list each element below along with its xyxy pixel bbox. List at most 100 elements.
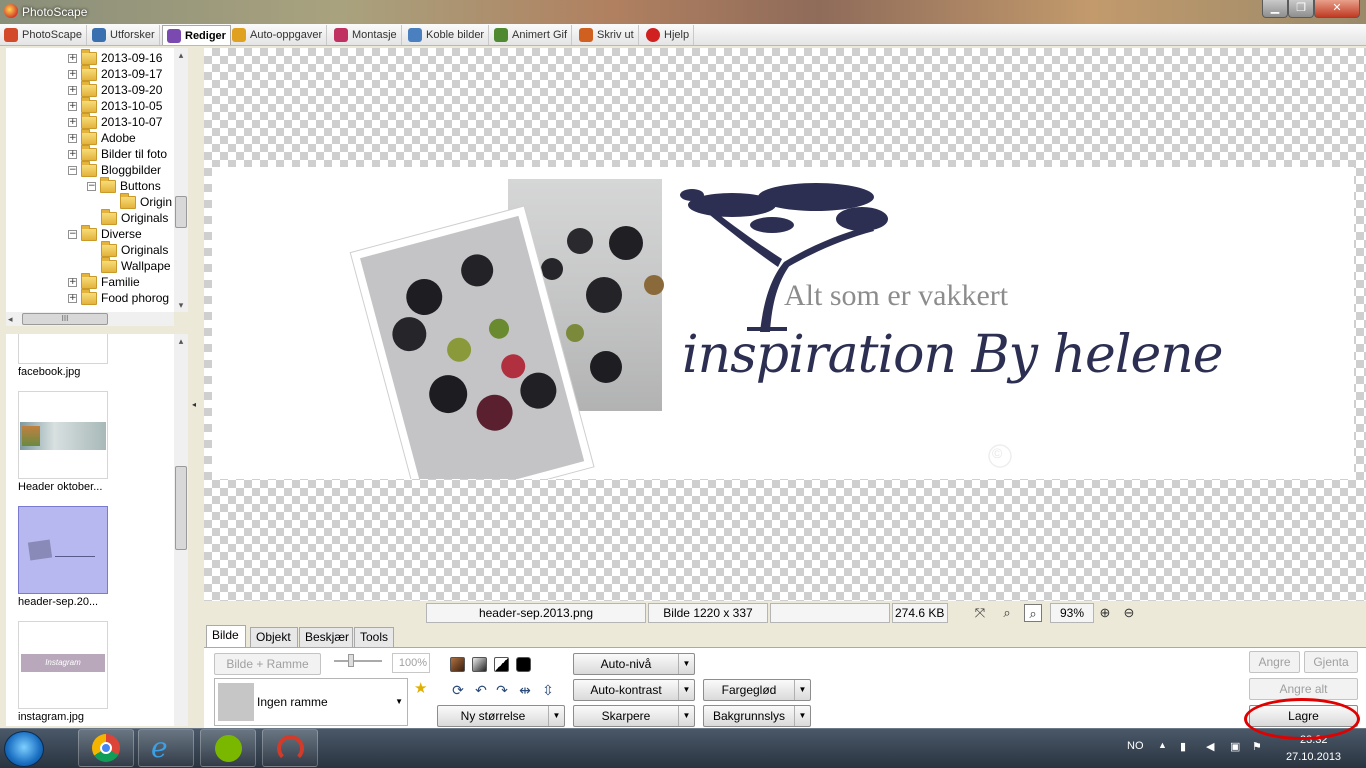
- scroll-down-icon[interactable]: ▾: [174, 298, 188, 312]
- backlight-dropdown[interactable]: Bakgrunnslys ▼: [703, 705, 811, 727]
- tab-page[interactable]: Montasje: [330, 25, 402, 45]
- tree-item-buttons[interactable]: − Buttons: [87, 176, 161, 194]
- expand-icon[interactable]: +: [68, 85, 77, 95]
- tab-combine[interactable]: Koble bilder: [404, 25, 490, 45]
- collapse-icon[interactable]: −: [68, 165, 77, 175]
- frame-button[interactable]: Bilde + Ramme: [214, 653, 321, 675]
- tab-tools[interactable]: Tools: [354, 627, 394, 647]
- network-icon[interactable]: ▮: [1180, 740, 1186, 753]
- tree-item-2013-10-07[interactable]: +2013-10-07: [68, 112, 162, 130]
- collapse-icon[interactable]: −: [87, 181, 96, 191]
- image-canvas[interactable]: Alt som er vakkert inspiration By helene…: [204, 48, 1366, 601]
- tab-objekt[interactable]: Objekt: [250, 627, 298, 647]
- sepia-filter-icon[interactable]: [450, 657, 465, 672]
- auto-level-dropdown[interactable]: Auto-nivå ▼: [573, 653, 695, 675]
- grayscale-filter-icon[interactable]: [472, 657, 487, 672]
- expand-icon[interactable]: +: [68, 133, 77, 143]
- tree-item-2013-09-17[interactable]: +2013-09-17: [68, 64, 162, 82]
- ie-taskbar-button[interactable]: e: [138, 729, 194, 767]
- frame-percent-field[interactable]: 100%: [392, 653, 430, 673]
- tree-item-wallpape[interactable]: Wallpape: [101, 256, 171, 274]
- tree-item-diverse[interactable]: − Diverse: [68, 224, 142, 242]
- auto-contrast-dropdown[interactable]: Auto-kontrast ▼: [573, 679, 695, 701]
- negative-filter-icon[interactable]: [516, 657, 531, 672]
- tab-print[interactable]: Skriv ut: [575, 25, 639, 45]
- maximize-button[interactable]: ❐: [1288, 0, 1314, 18]
- minimize-button[interactable]: ▁: [1262, 0, 1288, 18]
- tree-item-origin[interactable]: Origin: [120, 192, 172, 210]
- tree-item-adobe[interactable]: + Adobe: [68, 128, 136, 146]
- expand-icon[interactable]: +: [68, 53, 77, 63]
- rotate-right-icon[interactable]: ↷: [494, 682, 510, 698]
- scroll-up-icon[interactable]: ▴: [174, 48, 188, 62]
- flip-vertical-icon[interactable]: ⇳: [540, 682, 556, 698]
- tree-item-familie[interactable]: + Familie: [68, 272, 140, 290]
- tree-item-2013-09-16[interactable]: +2013-09-16: [68, 48, 162, 66]
- rotate-left-icon[interactable]: ↶: [473, 682, 489, 698]
- frame-slider[interactable]: [334, 654, 382, 667]
- tab-photoscape[interactable]: PhotoScape: [0, 25, 87, 45]
- glow-dropdown[interactable]: Fargeglød ▼: [703, 679, 811, 701]
- tab-batch[interactable]: Auto-oppgaver: [228, 25, 328, 45]
- zoom-actual-icon[interactable]: ⌕: [998, 604, 1016, 622]
- expand-icon[interactable]: +: [68, 293, 77, 303]
- tree-item-2013-09-20[interactable]: +2013-09-20: [68, 80, 162, 98]
- expand-icon[interactable]: +: [68, 277, 77, 287]
- tab-explorer[interactable]: Utforsker: [88, 25, 160, 45]
- collapse-arrow-icon[interactable]: ◂: [192, 400, 196, 409]
- thumbnail-instagram[interactable]: Instagram: [18, 621, 108, 709]
- star-favorite-icon[interactable]: ★: [414, 679, 427, 697]
- tab-bilde[interactable]: Bilde: [206, 625, 246, 647]
- tree-item-2013-10-05[interactable]: +2013-10-05: [68, 96, 162, 114]
- tree-item-originals[interactable]: Originals: [101, 208, 168, 226]
- expand-icon[interactable]: +: [68, 149, 77, 159]
- frame-select[interactable]: Ingen ramme ▼: [214, 678, 408, 726]
- flip-horizontal-icon[interactable]: ⇹: [517, 682, 533, 698]
- expand-icon[interactable]: +: [68, 101, 77, 111]
- tab-animated-gif[interactable]: Animert Gif: [490, 25, 573, 45]
- action-center-flag-icon[interactable]: ⚑: [1252, 740, 1262, 753]
- undo-all-button[interactable]: Angre alt: [1249, 678, 1358, 700]
- expand-icon[interactable]: +: [68, 69, 77, 79]
- thumbnail-scrollbar[interactable]: ▴: [174, 334, 188, 726]
- folder-tree[interactable]: +2013-09-16 +2013-09-17 +2013-09-20 +201…: [6, 48, 174, 312]
- frame-slider-handle[interactable]: [348, 654, 354, 667]
- thumbnail-list[interactable]: facebook.jpg Header oktober... header-se…: [6, 334, 174, 726]
- tree-hscroll-thumb[interactable]: III: [22, 313, 108, 325]
- zoom-in-icon[interactable]: ⊕: [1096, 604, 1114, 622]
- tree-item-food-phorog[interactable]: + Food phorog: [68, 288, 169, 306]
- volume-icon[interactable]: ◀: [1206, 740, 1214, 753]
- tree-horizontal-scrollbar[interactable]: ◂ III: [6, 312, 174, 326]
- thumbnail-facebook[interactable]: [18, 334, 108, 364]
- tree-scroll-thumb[interactable]: [175, 196, 187, 228]
- zoom-out-icon[interactable]: ⊖: [1120, 604, 1138, 622]
- redo-button[interactable]: Gjenta: [1304, 651, 1358, 673]
- resize-dropdown[interactable]: Ny størrelse ▼: [437, 705, 565, 727]
- photoscape-taskbar-button[interactable]: [262, 729, 318, 767]
- zoom-fit-icon[interactable]: ⌕: [1024, 604, 1042, 622]
- tab-beskjaer[interactable]: Beskjær: [299, 627, 353, 647]
- fit-window-icon[interactable]: ⤧: [971, 604, 989, 622]
- tree-item-originals-2[interactable]: Originals: [101, 240, 168, 258]
- thumbnail-scroll-thumb[interactable]: [175, 466, 187, 550]
- windows-start-icon[interactable]: [4, 731, 44, 767]
- tree-item-bloggbilder[interactable]: − Bloggbilder: [68, 160, 161, 178]
- tab-help[interactable]: Hjelp: [642, 25, 695, 45]
- close-button[interactable]: ✕: [1314, 0, 1360, 18]
- device-icon[interactable]: ▣: [1230, 740, 1240, 753]
- expand-icon[interactable]: +: [68, 117, 77, 127]
- spotify-taskbar-button[interactable]: [200, 729, 256, 767]
- black-white-filter-icon[interactable]: [494, 657, 509, 672]
- tab-editor[interactable]: Rediger: [162, 25, 231, 45]
- panel-splitter[interactable]: ◂: [189, 48, 202, 728]
- tree-item-bilder-til-foto[interactable]: + Bilder til foto: [68, 144, 167, 162]
- collapse-icon[interactable]: −: [68, 229, 77, 239]
- thumbnail-header-sep-selected[interactable]: [18, 506, 108, 594]
- tree-vertical-scrollbar[interactable]: ▴ ▾: [174, 48, 188, 312]
- rotate-icon[interactable]: ⟳: [450, 682, 466, 698]
- thumbnail-header-oktober[interactable]: [18, 391, 108, 479]
- clock-date[interactable]: 27.10.2013: [1286, 751, 1341, 763]
- scroll-left-icon[interactable]: ◂: [8, 312, 20, 326]
- chrome-taskbar-button[interactable]: [78, 729, 134, 767]
- language-indicator[interactable]: NO: [1127, 740, 1144, 752]
